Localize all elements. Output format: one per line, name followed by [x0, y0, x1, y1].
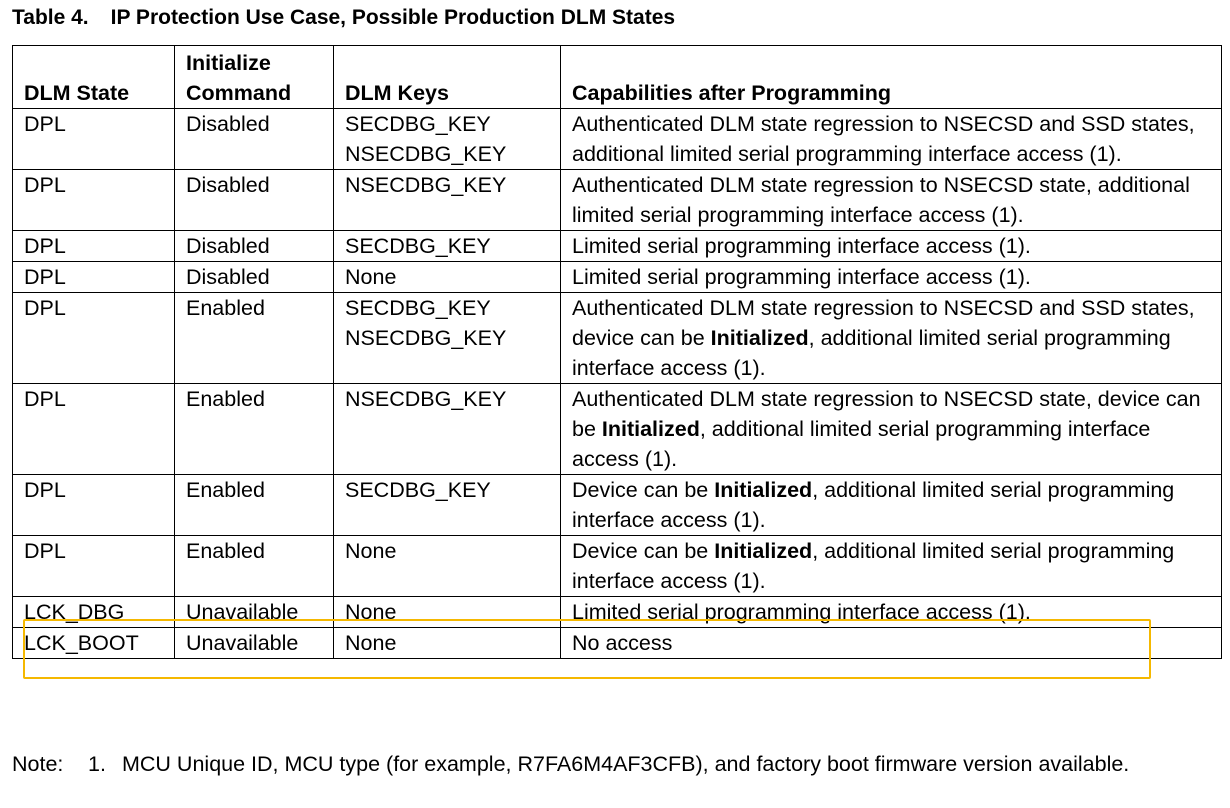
table-row: DPL Enabled SECDBG_KEY Device can be Initia… [12, 474, 1222, 536]
cell-dlm-keys: None [333, 535, 561, 597]
cell-dlm-keys: NSECDBG_KEY [333, 383, 561, 475]
cell-capabilities: Device can be Initialized, additional li… [560, 535, 1222, 597]
table-row: DPL Enabled SECDBG_KEY NSECDBG_KEY Authentic… [12, 292, 1222, 384]
table-header-row: DLM State Initialize Command DLM Keys Cap… [12, 45, 1222, 109]
table-row: DPL Disabled SECDBG_KEY Limited serial prog… [12, 230, 1222, 262]
cell-dlm-keys: SECDBG_KEY [333, 474, 561, 536]
cell-initialize-command: Disabled [174, 169, 334, 231]
note-label: Note: [12, 752, 64, 776]
cell-initialize-command: Enabled [174, 474, 334, 536]
cell-capabilities: Authenticated DLM state regression to NS… [560, 292, 1222, 384]
cell-initialize-command: Disabled [174, 108, 334, 170]
capability-text: No access [572, 631, 673, 655]
cell-dlm-state: DPL [12, 383, 175, 475]
header-dlm-keys: DLM Keys [333, 45, 561, 109]
dlm-key: NSECDBG_KEY [345, 142, 507, 166]
table-note: Note: 1. MCU Unique ID, MCU type (for exa… [12, 749, 1129, 779]
table-row: DPL Disabled None Limited serial programmin… [12, 261, 1222, 293]
cell-dlm-keys: None [333, 261, 561, 293]
cell-capabilities: Limited serial programming interface acc… [560, 596, 1222, 628]
cell-initialize-command: Disabled [174, 261, 334, 293]
cell-initialize-command: Unavailable [174, 627, 334, 659]
dlm-states-table: DLM State Initialize Command DLM Keys Cap… [12, 45, 1222, 659]
cell-initialize-command: Enabled [174, 535, 334, 597]
cell-capabilities: Authenticated DLM state regression to NS… [560, 169, 1222, 231]
cell-dlm-keys: SECDBG_KEY [333, 230, 561, 262]
dlm-key: SECDBG_KEY [345, 234, 491, 258]
cell-dlm-keys: NSECDBG_KEY [333, 169, 561, 231]
capability-emphasis: Initialized [714, 539, 813, 563]
dlm-key: SECDBG_KEY [345, 296, 491, 320]
capability-emphasis: Initialized [714, 478, 813, 502]
cell-dlm-keys: None [333, 596, 561, 628]
cell-dlm-state: DPL [12, 261, 175, 293]
capability-text: Limited serial programming interface acc… [572, 265, 1031, 289]
cell-dlm-keys: SECDBG_KEY NSECDBG_KEY [333, 108, 561, 170]
header-dlm-state: DLM State [12, 45, 175, 109]
cell-dlm-state: DPL [12, 474, 175, 536]
cell-dlm-state: DPL [12, 535, 175, 597]
table-row: LCK_DBG Unavailable None Limited serial pro… [12, 596, 1222, 628]
capability-emphasis: Initialized [710, 326, 809, 350]
cell-capabilities: No access [560, 627, 1222, 659]
dlm-key: NSECDBG_KEY [345, 173, 507, 197]
dlm-key: None [345, 600, 397, 624]
dlm-key: NSECDBG_KEY [345, 387, 507, 411]
capability-text: Authenticated DLM state regression to NS… [572, 112, 1195, 166]
dlm-key: SECDBG_KEY [345, 478, 491, 502]
dlm-key: None [345, 631, 397, 655]
capability-text: Device can be [572, 539, 715, 563]
table-row: DPL Enabled None Device can be Initialized,… [12, 535, 1222, 597]
cell-dlm-state: DPL [12, 108, 175, 170]
cell-dlm-keys: None [333, 627, 561, 659]
dlm-key: NSECDBG_KEY [345, 326, 507, 350]
cell-capabilities: Limited serial programming interface acc… [560, 230, 1222, 262]
table-number: Table 4. [12, 6, 89, 29]
capability-text: Limited serial programming interface acc… [572, 600, 1031, 624]
cell-capabilities: Authenticated DLM state regression to NS… [560, 108, 1222, 170]
table-row: DPL Enabled NSECDBG_KEY Authenticated DLM s… [12, 383, 1222, 475]
table-title: IP Protection Use Case, Possible Product… [110, 6, 676, 29]
capability-emphasis: Initialized [601, 417, 700, 441]
cell-dlm-state: DPL [12, 292, 175, 384]
header-initialize-command: Initialize Command [174, 45, 334, 109]
cell-initialize-command: Unavailable [174, 596, 334, 628]
cell-initialize-command: Enabled [174, 383, 334, 475]
dlm-key: SECDBG_KEY [345, 112, 491, 136]
cell-capabilities: Limited serial programming interface acc… [560, 261, 1222, 293]
table-row: DPL Disabled NSECDBG_KEY Authenticated DLM … [12, 169, 1222, 231]
table-body: DPL Disabled SECDBG_KEY NSECDBG_KEY Authenti… [12, 108, 1222, 659]
cell-dlm-state: LCK_BOOT [12, 627, 175, 659]
cell-initialize-command: Disabled [174, 230, 334, 262]
cell-dlm-state: DPL [12, 169, 175, 231]
note-text: MCU Unique ID, MCU type (for example, R7… [122, 752, 1130, 776]
table-caption: Table 4. IP Protection Use Case, Possible… [12, 6, 675, 30]
dlm-key: None [345, 539, 397, 563]
cell-dlm-keys: SECDBG_KEY NSECDBG_KEY [333, 292, 561, 384]
table-row: LCK_BOOT Unavailable None No access [12, 627, 1222, 659]
capability-text: Limited serial programming interface acc… [572, 234, 1031, 258]
note-number: 1. [88, 752, 106, 776]
cell-initialize-command: Enabled [174, 292, 334, 384]
cell-capabilities: Device can be Initialized, additional li… [560, 474, 1222, 536]
dlm-key: None [345, 265, 397, 289]
header-capabilities: Capabilities after Programming [560, 45, 1222, 109]
capability-text: Device can be [572, 478, 715, 502]
cell-dlm-state: LCK_DBG [12, 596, 175, 628]
cell-capabilities: Authenticated DLM state regression to NS… [560, 383, 1222, 475]
cell-dlm-state: DPL [12, 230, 175, 262]
table-row: DPL Disabled SECDBG_KEY NSECDBG_KEY Authenti… [12, 108, 1222, 170]
capability-text: Authenticated DLM state regression to NS… [572, 173, 1190, 227]
